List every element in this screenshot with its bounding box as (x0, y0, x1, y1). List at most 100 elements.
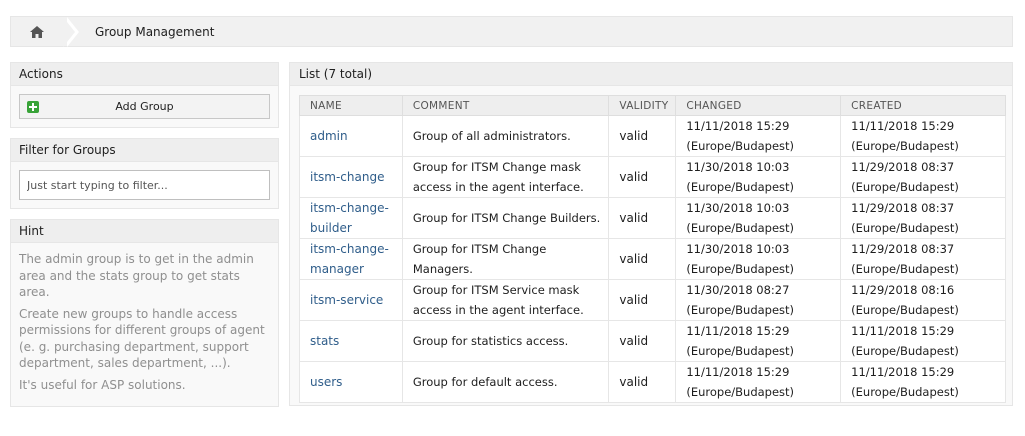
created-date: 11/11/2018 15:29 (851, 119, 955, 133)
add-group-button[interactable]: Add Group (19, 94, 270, 119)
table-row[interactable]: itsm-change Group for ITSM Change mask ac… (299, 156, 1006, 198)
created-date: 11/29/2018 08:37 (851, 201, 955, 215)
column-header-changed[interactable]: CHANGED (675, 95, 842, 116)
comment-line: Group for ITSM Change Managers. (412, 242, 547, 276)
changed-timezone: (Europe/Budapest) (686, 139, 795, 153)
created-timezone: (Europe/Budapest) (851, 303, 959, 317)
group-name-link[interactable]: itsm-service (310, 293, 383, 307)
group-name-line: users (310, 375, 343, 389)
breadcrumb-home[interactable] (11, 17, 79, 47)
validity-text: valid (619, 375, 649, 389)
group-name-link[interactable]: itsm-change (310, 170, 384, 184)
changed-timezone: (Europe/Budapest) (686, 344, 795, 358)
changed-timezone: (Europe/Budapest) (686, 221, 795, 235)
changed-timezone: (Europe/Budapest) (686, 262, 795, 276)
group-validity: valid (608, 115, 677, 157)
group-comment: Group for statistics access. (401, 320, 610, 362)
created-date: 11/29/2018 08:16 (851, 283, 955, 297)
group-name-line: itsm-service (310, 293, 384, 307)
filter-header: Filter for Groups (11, 139, 278, 162)
validity-text: valid (619, 211, 649, 225)
comment-line: access in the agent interface. (412, 303, 584, 317)
group-name-line: manager (310, 262, 364, 276)
hint-text-2: Create new groups to handle access permi… (19, 306, 265, 371)
changed-date: 11/30/2018 08:27 (686, 283, 790, 297)
created-timezone: (Europe/Budapest) (851, 139, 959, 153)
comment-line: Group for ITSM Change Builders. (412, 211, 601, 225)
validity-text: valid (619, 170, 649, 184)
changed-date: 11/30/2018 10:03 (686, 201, 790, 215)
group-name-link[interactable]: stats (310, 334, 339, 348)
hint-text-3: It's useful for ASP solutions. (19, 377, 186, 392)
group-changed: 11/30/2018 08:27 (Europe/Budapest) (675, 279, 842, 321)
group-created: 11/29/2018 08:37 (Europe/Budapest) (840, 238, 1006, 280)
created-date: 11/29/2018 08:37 (851, 160, 955, 174)
group-validity: valid (608, 156, 677, 198)
column-header-name[interactable]: NAME (299, 95, 403, 116)
group-comment: Group for ITSM Service mask access in the… (401, 279, 610, 321)
changed-date: 11/11/2018 15:29 (686, 324, 790, 338)
home-icon[interactable] (30, 25, 44, 38)
list-header: List (7 total) (290, 63, 1012, 86)
comment-line: Group for ITSM Change mask (412, 160, 581, 174)
plus-icon (27, 101, 39, 113)
comment-line: Group for statistics access. (412, 334, 569, 348)
created-timezone: (Europe/Budapest) (851, 344, 959, 358)
created-timezone: (Europe/Budapest) (851, 385, 959, 399)
column-header-created[interactable]: CREATED (840, 95, 1006, 116)
column-header-validity[interactable]: VALIDITY (608, 95, 677, 116)
changed-timezone: (Europe/Budapest) (686, 303, 795, 317)
group-validity: valid (608, 361, 677, 403)
actions-box: Actions Add Group (10, 62, 279, 128)
validity-text: valid (619, 293, 649, 307)
add-group-label: Add Group (115, 100, 174, 113)
changed-date: 11/11/2018 15:29 (686, 119, 790, 133)
group-created: 11/29/2018 08:37 (Europe/Budapest) (840, 197, 1006, 239)
table-row[interactable]: itsm-change-builder Group for ITSM Chang… (299, 197, 1006, 239)
sidebar: Actions Add Group Filter for Groups Hint… (10, 62, 279, 417)
group-name-line: stats (310, 334, 340, 348)
table-row[interactable]: itsm-change-manager Group for ITSM Chang… (299, 238, 1006, 280)
table-row[interactable]: itsm-service Group for ITSM Service mask… (299, 279, 1006, 321)
group-comment: Group for ITSM Change Builders. (401, 197, 610, 239)
column-header-comment[interactable]: COMMENT (401, 95, 610, 116)
created-timezone: (Europe/Budapest) (851, 262, 959, 276)
comment-line: Group of all administrators. (412, 129, 571, 143)
created-timezone: (Europe/Budapest) (851, 180, 959, 194)
group-table: NAME COMMENT VALIDITY CHANGED CREATED ad… (299, 95, 1006, 403)
group-name-line: admin (310, 129, 348, 143)
breadcrumb: Group Management (10, 16, 1013, 47)
table-header-row: NAME COMMENT VALIDITY CHANGED CREATED (299, 95, 1006, 116)
changed-date: 11/30/2018 10:03 (686, 160, 790, 174)
comment-line: access in the agent interface. (412, 180, 584, 194)
group-created: 11/11/2018 15:29 (Europe/Budapest) (840, 115, 1006, 157)
created-timezone: (Europe/Budapest) (851, 221, 959, 235)
group-name-link[interactable]: admin (310, 129, 348, 143)
group-list-panel: List (7 total) NAME COMMENT VALIDITY CHA… (289, 62, 1013, 406)
hint-header: Hint (11, 220, 278, 243)
group-validity: valid (608, 238, 677, 280)
group-created: 11/29/2018 08:37 (Europe/Budapest) (840, 156, 1006, 198)
created-date: 11/11/2018 15:29 (851, 324, 955, 338)
group-name-link[interactable]: itsm-change-builder (310, 201, 389, 235)
group-comment: Group of all administrators. (401, 115, 610, 157)
hint-text-1: The admin group is to get in the admin a… (19, 252, 254, 299)
group-comment: Group for default access. (401, 361, 610, 403)
validity-text: valid (619, 129, 649, 143)
group-validity: valid (608, 279, 677, 321)
group-validity: valid (608, 197, 677, 239)
group-changed: 11/11/2018 15:29 (Europe/Budapest) (675, 320, 842, 362)
group-name-link[interactable]: users (310, 375, 342, 389)
hint-box: Hint The admin group is to get in the ad… (10, 219, 279, 407)
validity-text: valid (619, 334, 649, 348)
filter-input[interactable] (19, 170, 270, 200)
table-row[interactable]: stats Group for statistics access. valid… (299, 320, 1006, 362)
changed-date: 11/11/2018 15:29 (686, 365, 790, 379)
table-row[interactable]: users Group for default access. valid 11… (299, 361, 1006, 403)
group-name-link[interactable]: itsm-change-manager (310, 242, 389, 276)
group-changed: 11/30/2018 10:03 (Europe/Budapest) (675, 197, 842, 239)
table-row[interactable]: admin Group of all administrators. valid… (299, 115, 1006, 157)
group-name-line: itsm-change- (310, 242, 389, 256)
group-name-line: itsm-change (310, 170, 385, 184)
group-created: 11/11/2018 15:29 (Europe/Budapest) (840, 361, 1006, 403)
